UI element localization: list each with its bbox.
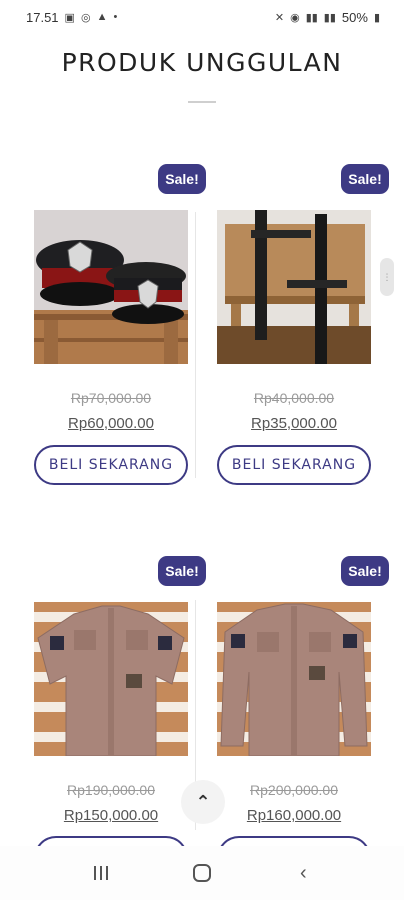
sale-badge: Sale! [158,556,206,586]
navigation-bar: ‹ [0,846,404,900]
sale-price[interactable]: Rp60,000.00 [34,415,188,432]
alert-icon: ▲ [96,11,108,23]
sale-badge: Sale! [158,164,206,194]
sale-price[interactable]: Rp160,000.00 [217,807,371,824]
status-time: 17.51 [26,9,59,25]
home-button[interactable] [182,853,222,893]
product-card[interactable]: Sale! Rp70,000.00 Rp60,000.00 BELI SEKAR… [34,164,206,494]
whatsapp-icon: ◎ [80,11,91,24]
column-divider [195,212,196,478]
chevron-up-icon: ⌃ [195,791,211,812]
old-price: Rp70,000.00 [70,390,152,406]
volte-icon: ▮▮ [323,11,336,24]
status-right: ✕ ◉ ▮▮ ▮▮ 50% ▮ [275,10,380,25]
old-price: Rp190,000.00 [67,782,155,798]
drag-handle-icon[interactable]: ⋮ [380,258,394,296]
sale-price[interactable]: Rp150,000.00 [34,807,188,824]
product-card[interactable]: Sale! Rp190,000.00 Rp150,000.00 [34,556,206,836]
product-image-police-caps[interactable] [34,210,188,364]
old-price: Rp200,000.00 [250,782,338,798]
sale-price[interactable]: Rp35,000.00 [217,415,371,432]
mute-icon: ✕ [274,11,285,24]
battery-icon: ▮ [373,11,380,24]
recents-icon [93,866,108,880]
product-card[interactable]: Sale! Rp40,000.00 Rp35,000.00 BELI SEKAR… [217,164,389,494]
back-button[interactable]: ‹ [283,853,323,893]
dot-icon: • [113,11,118,23]
battery-percentage: 50% [341,9,368,25]
signal-icon: ▮▮ [305,11,318,24]
old-price: Rp40,000.00 [253,390,335,406]
title-divider [188,101,216,103]
product-image-short-sleeve-uniform[interactable] [34,602,188,756]
back-icon: ‹ [299,861,307,884]
sale-badge: Sale! [341,164,389,194]
back-to-top-button[interactable]: ⌃ [181,780,225,824]
product-image-baton[interactable] [217,210,371,364]
status-bar: 17.51 ▣ ◎ ▲ • ✕ ◉ ▮▮ ▮▮ 50% ▮ [0,0,404,34]
buy-now-button[interactable]: BELI SEKARANG [217,445,371,485]
product-image-long-sleeve-uniform[interactable] [217,602,371,756]
product-card[interactable]: Sale! Rp200,000.00 Rp160,000.00 [217,556,389,836]
page-title: PRODUK UNGGULAN [61,48,343,77]
gallery-icon: ▣ [64,11,75,24]
sale-badge: Sale! [341,556,389,586]
hotspot-icon: ◉ [290,11,300,24]
status-left: 17.51 ▣ ◎ ▲ • [26,10,117,25]
home-icon [192,864,211,882]
recents-button[interactable] [81,853,121,893]
buy-now-button[interactable]: BELI SEKARANG [34,445,188,485]
